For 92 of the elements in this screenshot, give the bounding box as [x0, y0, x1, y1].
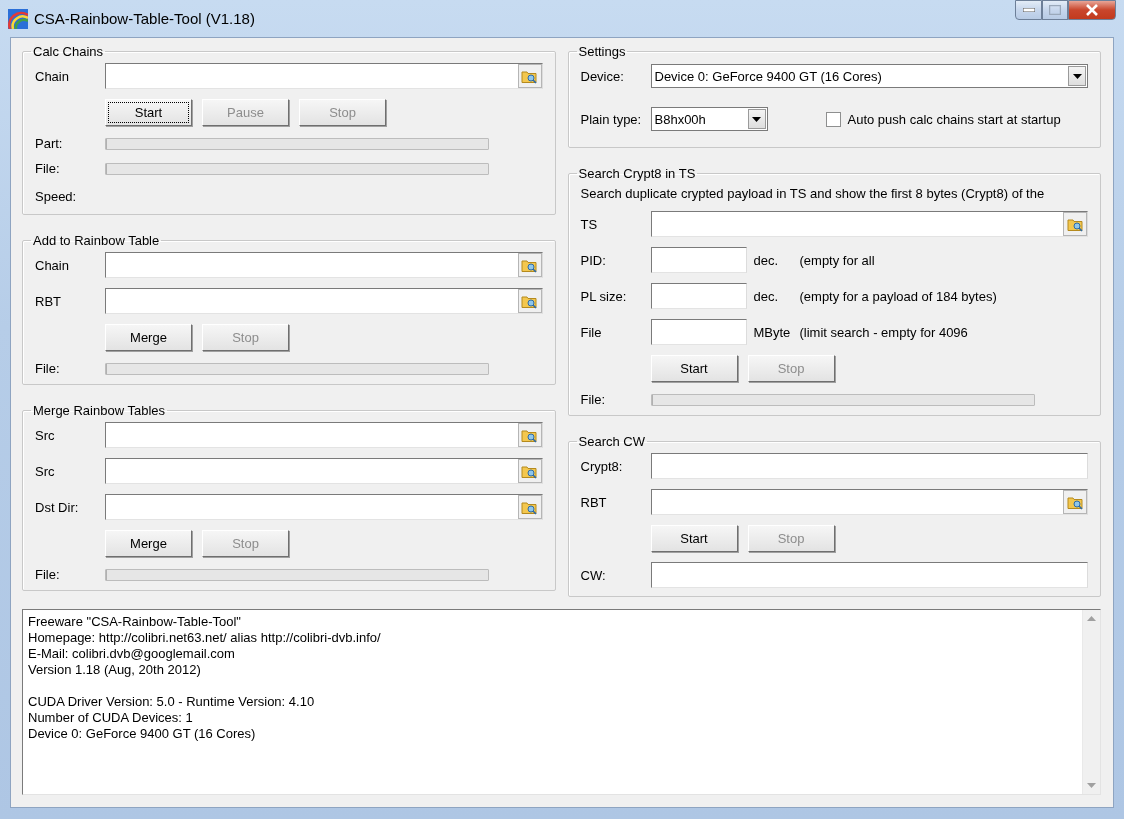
folder-search-icon: [521, 463, 538, 479]
hint-text: (empty for a payload of 184 bytes): [799, 288, 997, 304]
path-field[interactable]: [105, 63, 543, 89]
folder-search-icon: [521, 427, 538, 443]
field-label: RBT: [35, 293, 62, 309]
folder-search-icon: [521, 499, 538, 515]
browse-button[interactable]: [517, 495, 542, 519]
input-field[interactable]: [650, 283, 747, 309]
input-field[interactable]: [650, 247, 747, 273]
field-label: Src: [35, 427, 56, 443]
field-label: Src: [35, 463, 56, 479]
description-text: Search duplicate crypted payload in TS and show the first 8 bytes (Crypt8) of the: [580, 185, 1045, 201]
action-button[interactable]: Merge: [105, 530, 192, 557]
field-label: PID:: [580, 252, 607, 268]
path-field[interactable]: [105, 494, 543, 520]
input-field[interactable]: [650, 319, 747, 345]
unit-label: dec.: [753, 288, 780, 304]
path-field[interactable]: [105, 458, 543, 484]
log-line: Homepage: http://colibri.net63.net/ alias http://colibri-dvb.info/: [28, 630, 382, 646]
checkbox[interactable]: [825, 111, 841, 127]
log-line: Freeware "CSA-Rainbow-Table-Tool": [28, 614, 242, 630]
browse-button[interactable]: [1063, 212, 1087, 236]
folder-search-icon: [521, 68, 538, 84]
path-field[interactable]: [650, 211, 1088, 237]
scrollbar[interactable]: [1082, 610, 1100, 794]
path-field[interactable]: [105, 288, 543, 314]
field-label: File: [580, 324, 603, 340]
group-title: Search Crypt8 in TS: [577, 166, 697, 181]
field-label: Crypt8:: [580, 458, 624, 474]
checkbox-label[interactable]: Auto push calc chains start at startup: [847, 111, 1061, 127]
minimize-icon: [1022, 8, 1035, 12]
scroll-up-icon[interactable]: [1087, 616, 1096, 621]
unit-label: dec.: [753, 252, 780, 268]
progress-label: File:: [580, 392, 607, 407]
path-field[interactable]: [105, 422, 543, 448]
maximize-button[interactable]: [1042, 0, 1068, 20]
input-field[interactable]: [650, 453, 1088, 479]
window-title: CSA-Rainbow-Table-Tool (V1.18): [34, 10, 256, 27]
minimize-button[interactable]: [1015, 0, 1042, 20]
field-label: TS: [580, 216, 599, 232]
log-line: Version 1.18 (Aug, 20th 2012): [28, 662, 202, 678]
group-title: Calc Chains: [32, 44, 105, 59]
dropdown-arrow-icon: [1072, 73, 1082, 79]
browse-button[interactable]: [1063, 490, 1087, 514]
field-label: CW:: [580, 567, 607, 583]
progress-label: File:: [35, 567, 61, 582]
folder-search-icon: [521, 257, 538, 273]
action-button[interactable]: Start: [650, 525, 738, 552]
hint-text: (empty for all: [799, 252, 875, 268]
field-label: RBT: [580, 494, 608, 510]
field-label: Device:: [580, 68, 625, 84]
log-line: Number of CUDA Devices: 1: [28, 710, 194, 726]
path-field[interactable]: [105, 252, 543, 278]
folder-search-icon: [521, 293, 538, 309]
close-icon: [1085, 4, 1099, 16]
field-label: Chain: [35, 257, 70, 273]
folder-search-icon: [1066, 216, 1084, 232]
field-label: Chain: [35, 68, 70, 84]
browse-button[interactable]: [517, 253, 542, 277]
action-button[interactable]: Merge: [105, 324, 192, 351]
field-label: PL size:: [580, 288, 628, 304]
browse-button[interactable]: [517, 64, 542, 88]
hint-text: (limit search - empty for 4096: [799, 324, 968, 340]
action-button[interactable]: Start: [650, 355, 738, 382]
action-button[interactable]: Start: [105, 99, 192, 126]
browse-button[interactable]: [517, 459, 542, 483]
group-title: Merge Rainbow Tables: [32, 403, 166, 418]
progress-label: File:: [35, 161, 61, 176]
scroll-down-icon[interactable]: [1087, 783, 1096, 788]
unit-label: MByte: [753, 324, 792, 340]
browse-button[interactable]: [517, 289, 542, 313]
dropdown-arrow-icon: [752, 116, 761, 122]
maximize-icon: [1049, 5, 1061, 15]
progress-label: Part:: [35, 136, 64, 151]
input-field[interactable]: [650, 562, 1088, 588]
log-line: E-Mail: colibri.dvb@googlemail.com: [28, 646, 236, 662]
close-button[interactable]: [1068, 0, 1116, 20]
progress-label: File:: [35, 361, 61, 376]
group-title: Search CW: [577, 434, 646, 449]
log-line: Device 0: GeForce 9400 GT (16 Cores): [28, 726, 257, 742]
field-label: Dst Dir:: [35, 499, 80, 515]
dropdown[interactable]: B8hx00h: [650, 107, 768, 131]
path-field[interactable]: [650, 489, 1088, 515]
rainbow-logo-icon: [8, 8, 28, 29]
log-line: CUDA Driver Version: 5.0 - Runtime Version: 4.10: [28, 694, 316, 710]
browse-button[interactable]: [517, 423, 542, 447]
folder-search-icon: [1066, 494, 1084, 510]
group-title: Add to Rainbow Table: [32, 233, 161, 248]
field-label: Plain type:: [580, 111, 643, 127]
speed-label: Speed:: [35, 188, 78, 204]
dropdown[interactable]: Device 0: GeForce 9400 GT (16 Cores): [650, 64, 1088, 88]
group-title: Settings: [577, 44, 627, 59]
